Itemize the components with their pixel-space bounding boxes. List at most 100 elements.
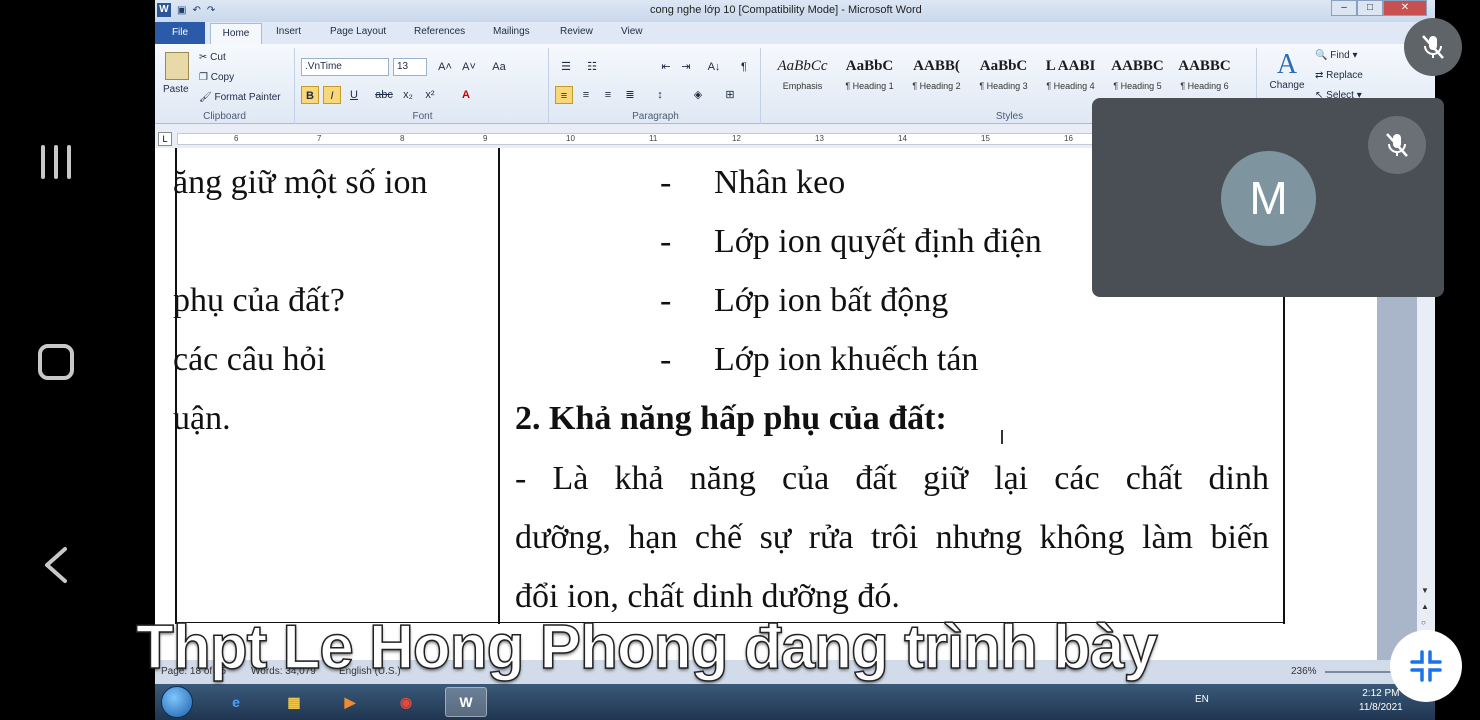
style-emphasis[interactable]: AaBbCc Emphasis [769, 58, 836, 102]
font-name-dropdown[interactable]: .VnTime [301, 58, 389, 76]
style-heading-3[interactable]: AaBbC ¶ Heading 3 [970, 58, 1037, 102]
style-heading-6[interactable]: AABBC ¶ Heading 6 [1171, 58, 1238, 102]
borders-icon[interactable]: ⊞ [721, 86, 739, 104]
home-button[interactable] [0, 322, 112, 402]
shading-icon[interactable]: ◈ [689, 86, 707, 104]
style-heading-1[interactable]: AaBbC ¶ Heading 1 [836, 58, 903, 102]
system-clock[interactable]: 2:12 PM 11/8/2021 [1359, 687, 1403, 715]
ruler-mark: 9 [483, 134, 488, 143]
list-item: Lớp ion bất động [714, 282, 949, 319]
tab-view[interactable]: View [621, 26, 643, 37]
undo-icon[interactable]: ↶ [192, 5, 200, 16]
grow-font-button[interactable]: A˄ [433, 58, 457, 76]
paste-icon[interactable] [165, 52, 189, 80]
tab-review[interactable]: Review [560, 26, 593, 37]
tab-page-layout[interactable]: Page Layout [330, 26, 386, 37]
ruler-mark: 14 [898, 134, 907, 143]
paste-button[interactable]: Paste [163, 84, 189, 95]
subscript-button[interactable]: x₂ [399, 86, 417, 104]
prev-page-icon[interactable]: ▲ [1421, 602, 1429, 611]
left-col-line: ăng giữ một số ion [173, 164, 428, 201]
word-taskbar-button[interactable]: W [445, 687, 487, 717]
list-item: Nhân keo [714, 164, 846, 201]
change-case-button[interactable]: Aa [487, 58, 511, 76]
format-painter-label: Format Painter [214, 92, 281, 103]
change-styles-label: Change [1269, 80, 1305, 91]
font-color-icon[interactable]: A [457, 86, 475, 104]
cut-label: Cut [210, 52, 226, 63]
style-preview: AABB( [913, 58, 960, 74]
scroll-down-icon[interactable]: ▼ [1421, 586, 1429, 595]
recents-icon [41, 145, 71, 179]
bullets-icon[interactable]: ☰ [557, 58, 575, 76]
list-item: Lớp ion quyết định điện [714, 223, 1042, 260]
align-center-icon[interactable]: ≡ [577, 86, 595, 104]
align-right-icon[interactable]: ≡ [599, 86, 617, 104]
align-left-icon[interactable]: ≡ [555, 86, 573, 104]
media-player-icon[interactable]: ▶ [329, 687, 371, 717]
ruler-mark: 6 [234, 134, 239, 143]
list-dash: - [660, 282, 672, 319]
superscript-button[interactable]: x² [421, 86, 439, 104]
recent-apps-button[interactable] [0, 122, 112, 202]
tab-file[interactable]: File [155, 22, 205, 44]
italic-button[interactable]: I [323, 86, 341, 104]
back-button[interactable] [0, 525, 112, 605]
zoom-level[interactable]: 236% [1291, 666, 1317, 677]
find-button[interactable]: 🔍 Find ▾ [1315, 50, 1358, 61]
copy-button[interactable]: ❐ Copy [199, 72, 234, 83]
style-name: ¶ Heading 4 [1046, 81, 1095, 91]
sort-button[interactable]: A↓ [703, 58, 725, 76]
tab-mailings[interactable]: Mailings [493, 26, 530, 37]
windows-taskbar: e ▦ ▶ ◉ W EN 2:12 PM 11/8/2021 [155, 684, 1435, 720]
tab-selector[interactable]: L [158, 132, 172, 146]
cut-button[interactable]: ✂ Cut [199, 52, 226, 63]
list-dash: - [660, 223, 672, 260]
numbering-icon[interactable]: ☷ [583, 58, 601, 76]
format-painter-button[interactable]: 🖌 Format Painter [199, 92, 281, 103]
replace-button[interactable]: ⇄ Replace [1315, 70, 1363, 81]
minimize-button[interactable]: – [1331, 0, 1357, 16]
minimize-presentation-button[interactable] [1390, 630, 1462, 702]
change-styles-icon: A [1276, 49, 1298, 80]
presenter-mic-muted[interactable] [1404, 18, 1462, 76]
decrease-indent-icon[interactable]: ⇤ [657, 58, 675, 76]
input-language[interactable]: EN [1195, 694, 1209, 705]
font-size-dropdown[interactable]: 13 [393, 58, 427, 76]
change-styles-button[interactable]: A Change [1267, 49, 1307, 92]
bold-button[interactable]: B [301, 86, 319, 104]
replace-label: Replace [1326, 70, 1363, 81]
redo-icon[interactable]: ↷ [207, 5, 215, 16]
explorer-icon[interactable]: ▦ [273, 687, 315, 717]
tab-home[interactable]: Home [210, 23, 262, 44]
clipboard-group: Paste ✂ Cut ❐ Copy 🖌 Format Painter Clip… [155, 48, 295, 124]
line-spacing-icon[interactable]: ↕ [651, 86, 669, 104]
participant-tile[interactable]: M [1092, 98, 1444, 297]
chrome-icon[interactable]: ◉ [385, 687, 427, 717]
strikethrough-button[interactable]: abc [371, 86, 397, 104]
style-name: ¶ Heading 2 [912, 81, 961, 91]
ruler-mark: 11 [649, 134, 658, 143]
zoom-slider[interactable] [1325, 671, 1395, 673]
style-heading-2[interactable]: AABB( ¶ Heading 2 [903, 58, 970, 102]
maximize-button[interactable]: □ [1357, 0, 1383, 16]
paragraph-group: ☰ ☷ ⇤ ⇥ A↓ ¶ ≡ ≡ ≡ ≣ ↕ ◈ ⊞ Paragraph [551, 48, 761, 124]
tab-insert[interactable]: Insert [276, 26, 301, 37]
browse-object-icon[interactable]: ○ [1421, 618, 1426, 627]
table-border-left [175, 148, 177, 624]
increase-indent-icon[interactable]: ⇥ [677, 58, 695, 76]
tab-references[interactable]: References [414, 26, 465, 37]
style-preview: AaBbC [845, 58, 894, 74]
shrink-font-button[interactable]: A˅ [457, 58, 481, 76]
style-heading-5[interactable]: AABBC ¶ Heading 5 [1104, 58, 1171, 102]
start-button[interactable] [161, 686, 193, 718]
ie-icon[interactable]: e [215, 687, 257, 717]
save-icon[interactable]: ▣ [177, 5, 186, 16]
show-marks-button[interactable]: ¶ [735, 58, 753, 76]
style-name: ¶ Heading 6 [1180, 81, 1229, 91]
paragraph-group-label: Paragraph [632, 111, 679, 122]
underline-button[interactable]: U [345, 86, 363, 104]
style-heading-4[interactable]: L AABI ¶ Heading 4 [1037, 58, 1104, 102]
justify-icon[interactable]: ≣ [621, 86, 639, 104]
close-button[interactable]: ✕ [1383, 0, 1427, 16]
